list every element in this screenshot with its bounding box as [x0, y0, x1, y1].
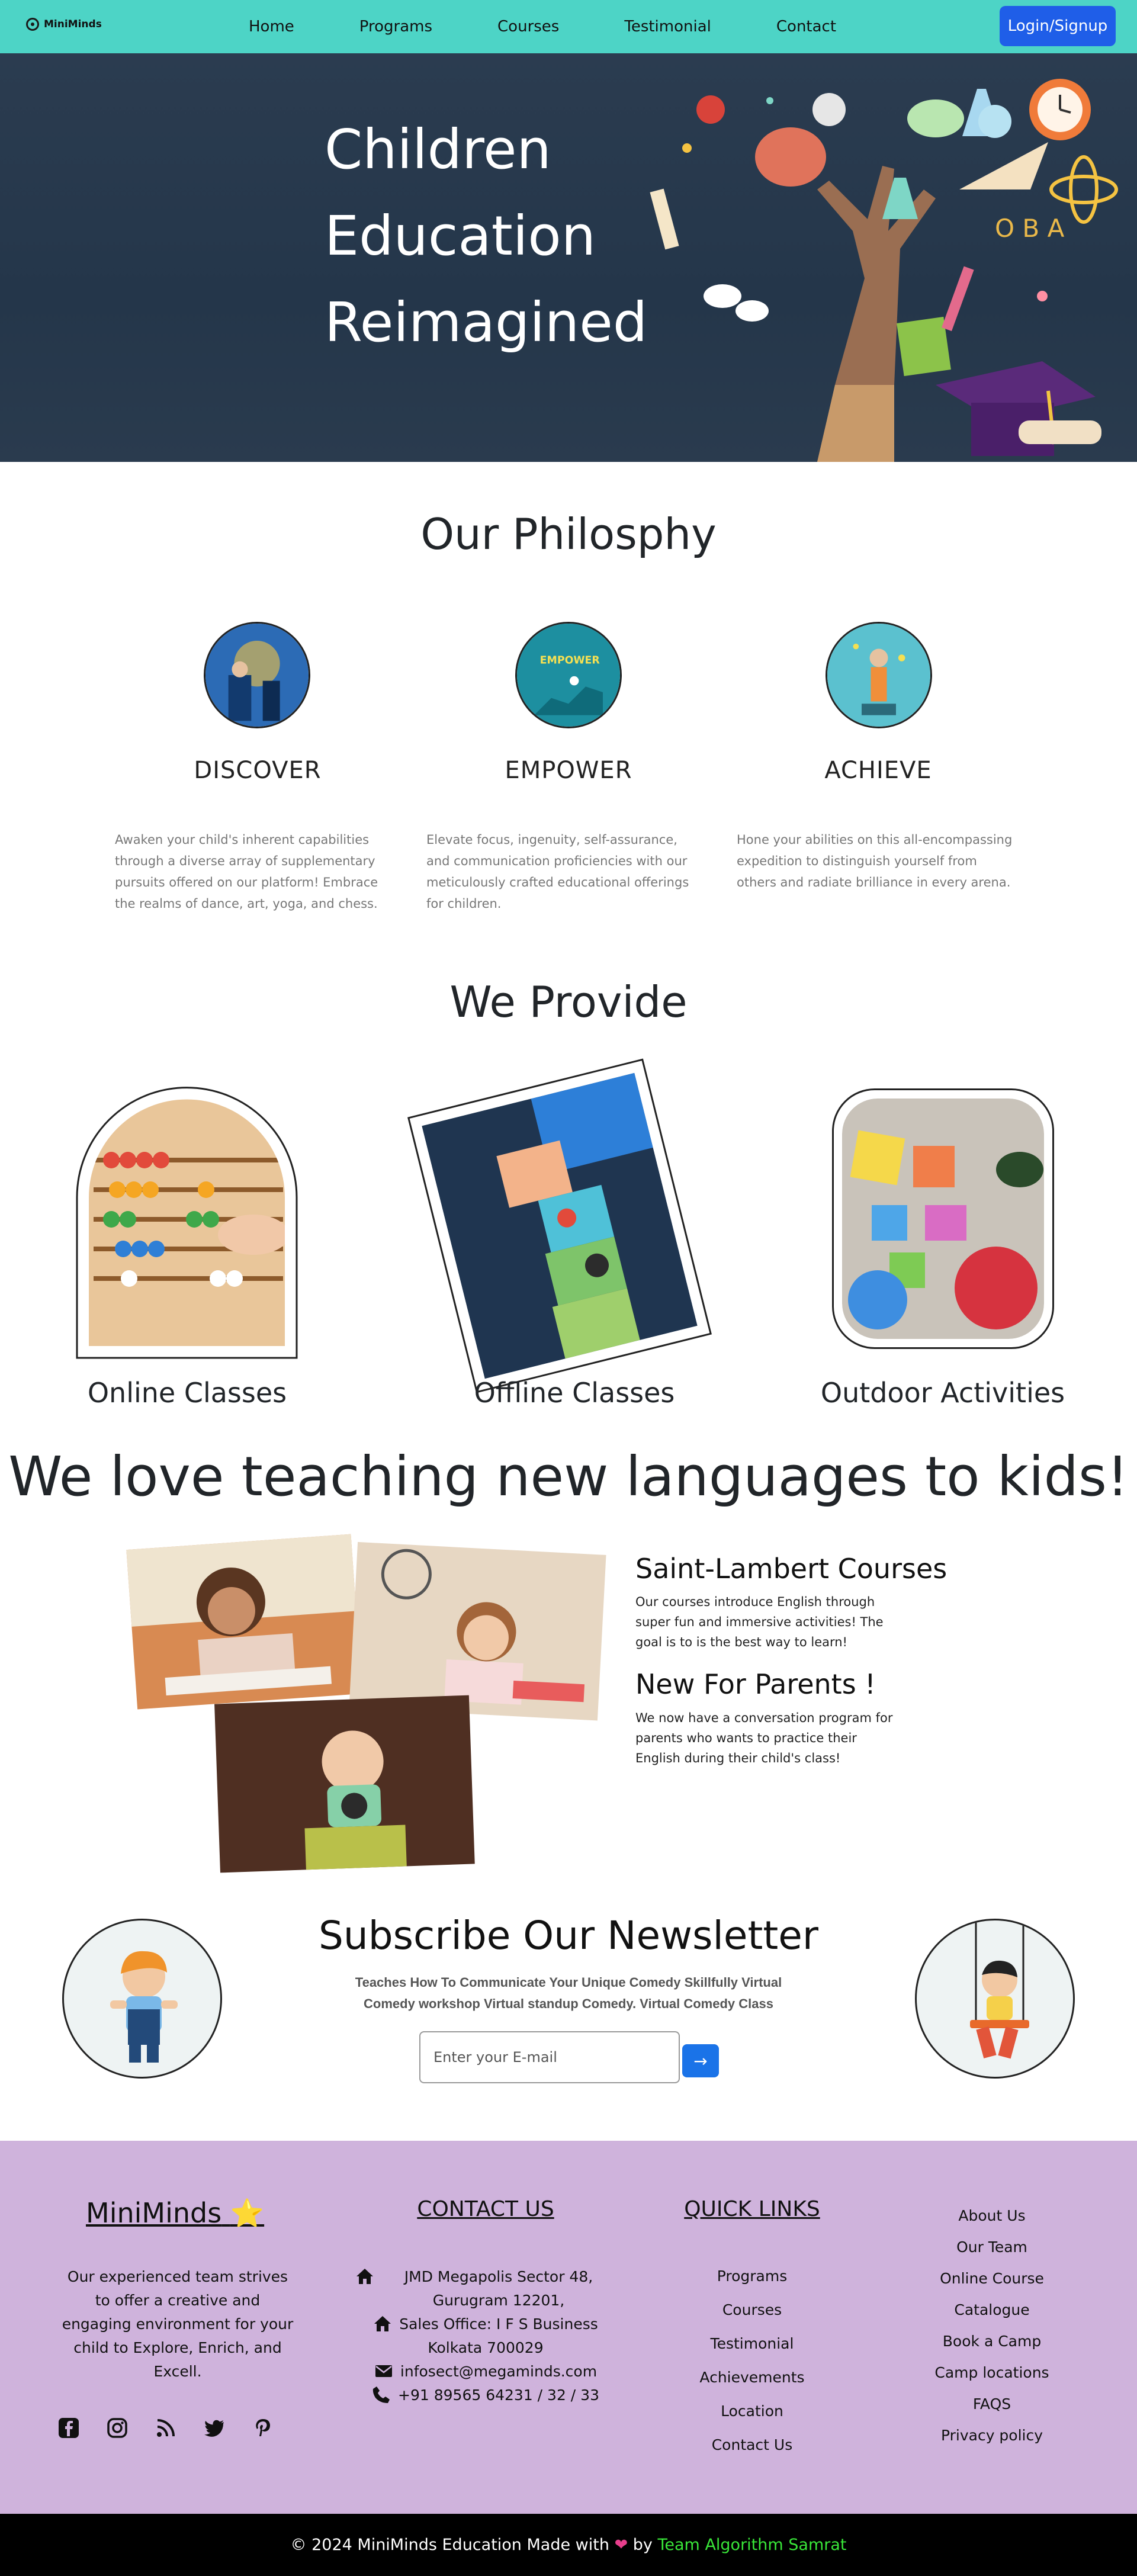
new-for-parents-heading: New For Parents ! [635, 1668, 876, 1700]
logo-icon [26, 18, 39, 31]
footer-link-about-us[interactable]: About Us [906, 2200, 1078, 2231]
online-classes-image [76, 1087, 298, 1359]
svg-text:EMPOWER: EMPOWER [540, 655, 600, 667]
footer-about-text: Our experienced team strives to offer a … [62, 2268, 294, 2380]
footer-contact: JMD Megapolis Sector 48, Gurugram 12201,… [355, 2265, 616, 2407]
footer-brand-name: MiniMinds [86, 2197, 222, 2229]
offline-classes-image [407, 1058, 712, 1393]
newsletter-submit-button[interactable]: → [682, 2044, 719, 2077]
envelope-icon [375, 2365, 392, 2377]
sales-office-row: Sales Office: I F S Business [355, 2312, 616, 2336]
nav-link-testimonial[interactable]: Testimonial [624, 18, 711, 36]
footer-link-privacy-policy[interactable]: Privacy policy [906, 2420, 1078, 2451]
provide-title: We Provide [449, 977, 688, 1027]
quick-link-courses[interactable]: Courses [663, 2293, 841, 2327]
footer-link-camp-locations[interactable]: Camp locations [906, 2357, 1078, 2388]
empower-text: Elevate focus, ingenuity, self-assurance… [426, 833, 689, 911]
phone-row[interactable]: +91 89565 64231 / 32 / 33 [355, 2384, 616, 2407]
footer-link-catalogue[interactable]: Catalogue [906, 2294, 1078, 2326]
email-text: infosect@megaminds.com [400, 2363, 598, 2380]
empower-image: EMPOWER [515, 622, 622, 728]
newsletter-swing-illustration [915, 1919, 1075, 2079]
discover-heading: DISCOVER [194, 757, 322, 784]
quick-links-list: Programs Courses Testimonial Achievement… [663, 2259, 841, 2462]
nav-link-programs[interactable]: Programs [359, 18, 432, 36]
copyright-bar: © 2024 MiniMinds Education Made with ❤ b… [0, 2514, 1137, 2576]
quick-link-location[interactable]: Location [663, 2394, 841, 2428]
copyright-text: © 2024 MiniMinds Education Made with [290, 2536, 609, 2554]
outdoor-activities-label: Outdoor Activities [820, 1377, 1065, 1409]
achieve-text: Hone your abilities on this all-encompas… [737, 833, 1013, 889]
brand-name: MiniMinds [44, 18, 102, 30]
copyright-by: by [632, 2536, 653, 2554]
navbar: MiniMinds Home Programs Courses Testimon… [0, 0, 1137, 53]
languages-title: We love teaching new languages to kids! [8, 1445, 1129, 1508]
phone-text: +91 89565 64231 / 32 / 33 [398, 2387, 599, 2404]
sales-office-city: Kolkata 700029 [428, 2339, 544, 2356]
achieve-image [826, 622, 932, 728]
saint-lambert-text: Our courses introduce English through su… [635, 1595, 884, 1649]
footer-link-faqs[interactable]: FAQS [906, 2388, 1078, 2420]
home-icon [374, 2316, 391, 2331]
footer: MiniMinds ⭐ Our experienced team strives… [0, 2141, 1137, 2514]
achieve-heading: ACHIEVE [824, 757, 932, 784]
footer-link-book-a-camp[interactable]: Book a Camp [906, 2326, 1078, 2357]
footer-social-icons [58, 2417, 274, 2439]
online-classes-label: Online Classes [87, 1377, 287, 1409]
svg-text:O B A: O B A [995, 214, 1065, 243]
hero-illustration: O B A [650, 79, 1118, 462]
discover-text: Awaken your child's inherent capabilitie… [115, 833, 378, 911]
phone-icon [372, 2387, 390, 2403]
offline-classes-label: Offline Classes [474, 1377, 675, 1409]
outdoor-activities-image [832, 1088, 1054, 1349]
empower-heading: EMPOWER [505, 757, 632, 784]
login-signup-button[interactable]: Login/Signup [1000, 6, 1116, 46]
more-links-list: About Us Our Team Online Course Catalogu… [906, 2200, 1078, 2451]
quick-link-testimonial[interactable]: Testimonial [663, 2327, 841, 2360]
home-icon [356, 2269, 373, 2284]
languages-photo-collage [126, 1534, 606, 1873]
quick-links-heading: QUICK LINKS [684, 2197, 820, 2221]
address-row: JMD Megapolis Sector 48, Gurugram 12201, [355, 2265, 616, 2312]
quick-link-achievements[interactable]: Achievements [663, 2360, 841, 2394]
nav-link-courses[interactable]: Courses [497, 18, 559, 36]
footer-brand[interactable]: MiniMinds ⭐ [86, 2197, 264, 2230]
newsletter-subtitle: Teaches How To Communicate Your Unique C… [355, 1975, 782, 2011]
rss-icon[interactable] [155, 2417, 176, 2439]
discover-image [204, 622, 310, 728]
quick-link-programs[interactable]: Programs [663, 2259, 841, 2293]
team-credit-link[interactable]: Team Algorithm Samrat [658, 2536, 847, 2554]
twitter-icon[interactable] [204, 2417, 225, 2439]
heart-icon: ❤ [614, 2536, 628, 2554]
newsletter-email-input[interactable] [419, 2031, 680, 2083]
instagram-icon[interactable] [107, 2417, 128, 2439]
saint-lambert-heading: Saint-Lambert Courses [635, 1553, 948, 1585]
new-for-parents-text: We now have a conversation program for p… [635, 1711, 893, 1765]
pinterest-icon[interactable] [252, 2417, 274, 2439]
contact-us-heading: CONTACT US [417, 2197, 554, 2221]
philosophy-title: Our Philosphy [420, 509, 717, 559]
footer-link-our-team[interactable]: Our Team [906, 2231, 1078, 2263]
footer-link-online-course[interactable]: Online Course [906, 2263, 1078, 2294]
quick-link-contact-us[interactable]: Contact Us [663, 2428, 841, 2462]
brand-logo[interactable]: MiniMinds [26, 18, 102, 31]
hero-banner: Children Education Reimagined O B A [0, 53, 1137, 462]
facebook-icon[interactable] [58, 2417, 79, 2439]
nav-link-contact[interactable]: Contact [776, 18, 836, 36]
star-icon: ⭐ [230, 2197, 265, 2229]
nav-link-home[interactable]: Home [249, 18, 294, 36]
nav-links: Home Programs Courses Testimonial Contac… [249, 0, 901, 53]
address-text: JMD Megapolis Sector 48, Gurugram 12201, [404, 2268, 593, 2309]
email-row[interactable]: infosect@megaminds.com [355, 2360, 616, 2384]
sales-office-text: Sales Office: I F S Business [399, 2315, 598, 2333]
